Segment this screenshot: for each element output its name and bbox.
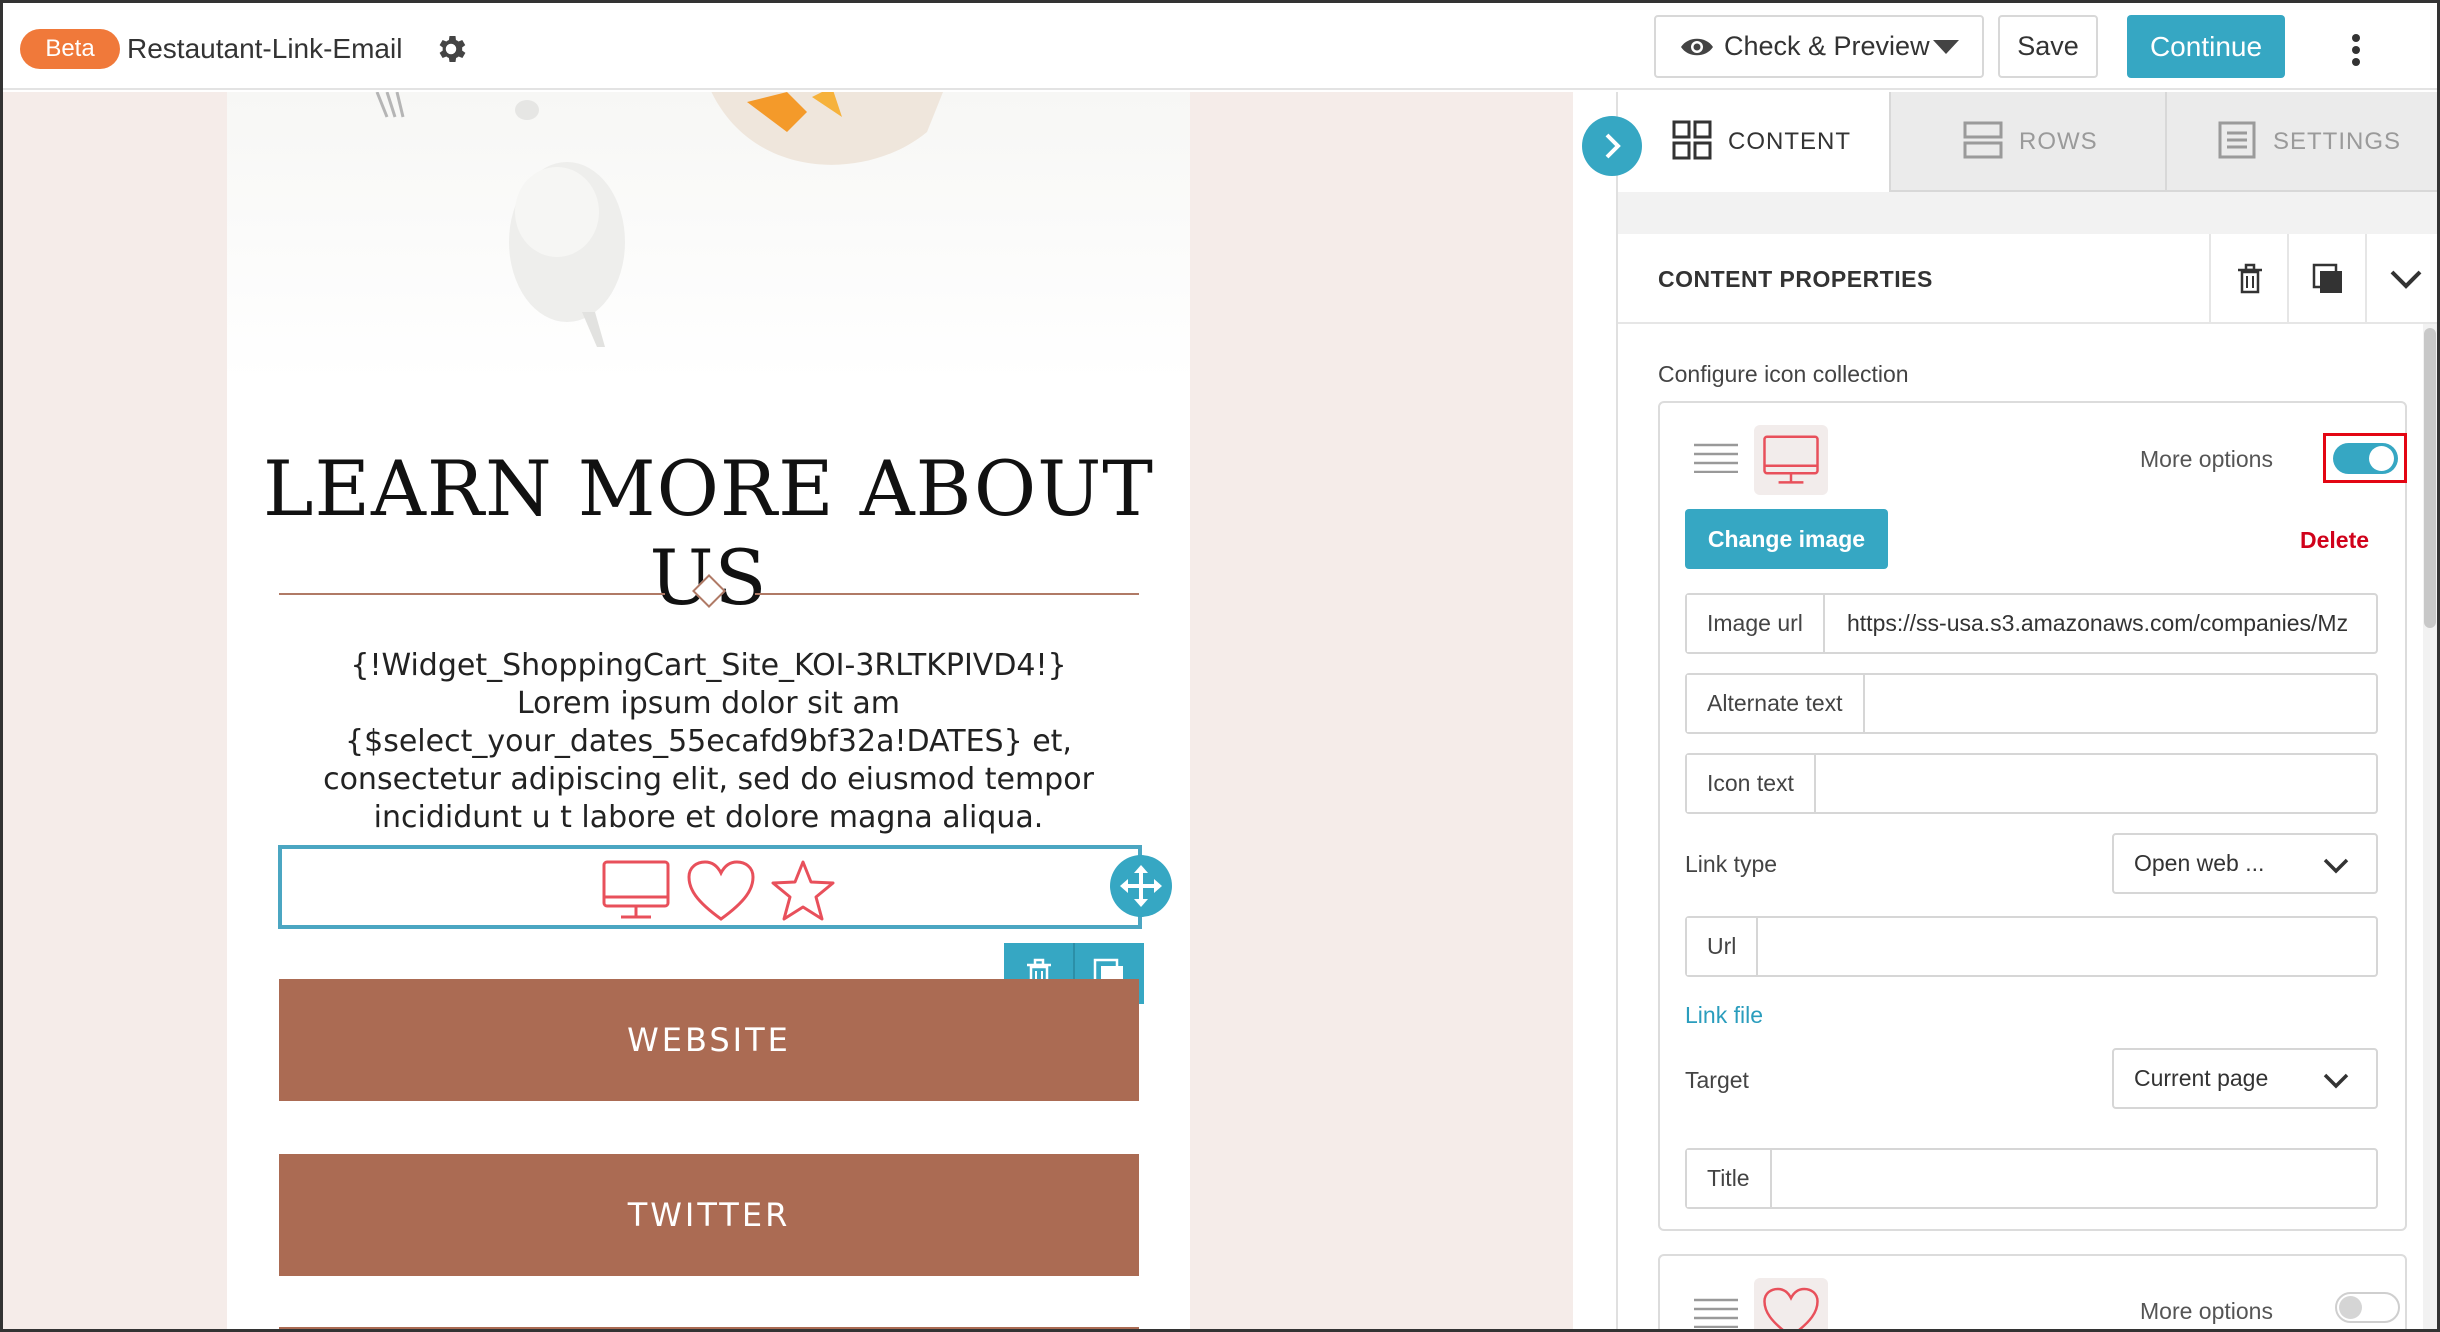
body-line: {!Widget_ShoppingCart_Site_KOI-3RLTKPIVD… — [350, 648, 1067, 683]
top-bar: Beta Restautant-Link-Email Check & Previ… — [3, 3, 2437, 90]
icon-collection-block[interactable] — [278, 845, 1142, 929]
body-line: {$select_your_dates_55ecafd9bf32a!DATES}… — [345, 724, 1072, 759]
duplicate-icon — [2312, 263, 2342, 293]
email-body: LEARN MORE ABOUT US {!Widget_ShoppingCar… — [227, 92, 1190, 1329]
more-options-toggle[interactable] — [2335, 1292, 2400, 1323]
hero-illustration — [375, 92, 943, 347]
icon-thumbnail — [1754, 1278, 1828, 1329]
configure-icon-collection-label: Configure icon collection — [1658, 361, 1909, 387]
url-field[interactable]: Url — [1685, 916, 2378, 977]
url-label: Url — [1687, 918, 1759, 975]
heart-icon — [1763, 1287, 1819, 1329]
body-line: incididunt u t labore et dolore magna al… — [373, 800, 1044, 835]
duplicate-block-button[interactable] — [2287, 234, 2365, 324]
tab-rows[interactable]: ROWS — [1891, 92, 2167, 192]
trash-icon — [2238, 263, 2262, 294]
more-options-toggle[interactable] — [2333, 443, 2398, 474]
url-value[interactable] — [1767, 918, 2372, 975]
divider-line-right — [755, 593, 1139, 595]
body-line: Lorem ipsum dolor sit am — [516, 686, 901, 721]
document-title[interactable]: Restautant-Link-Email — [127, 29, 402, 69]
tab-content-label: CONTENT — [1728, 128, 1851, 155]
next-button-partial[interactable] — [279, 1327, 1139, 1329]
tab-settings[interactable]: SETTINGS — [2167, 92, 2437, 192]
icon-item-card: More options Change image Delete Image u… — [1658, 401, 2407, 1231]
eye-icon — [1681, 38, 1713, 56]
check-preview-button[interactable]: Check & Preview — [1654, 15, 1984, 78]
body-line: consectetur adipiscing elit, sed do eius… — [323, 762, 1094, 797]
grid-icon — [1672, 120, 1712, 160]
body-text-block[interactable]: {!Widget_ShoppingCart_Site_KOI-3RLTKPIVD… — [267, 647, 1150, 837]
link-file-link[interactable]: Link file — [1685, 1002, 1763, 1029]
tab-settings-label: SETTINGS — [2273, 128, 2402, 155]
toggle-knob — [2369, 446, 2394, 471]
panel-scrollbar[interactable] — [2424, 328, 2436, 628]
more-options-highlight — [2323, 433, 2407, 483]
continue-button[interactable]: Continue — [2127, 15, 2285, 78]
save-button[interactable]: Save — [1998, 15, 2098, 78]
delete-block-button[interactable] — [2209, 234, 2287, 324]
title-label: Title — [1687, 1150, 1772, 1207]
icon-text-field[interactable]: Icon text — [1685, 753, 2378, 814]
alternate-text-field[interactable]: Alternate text — [1685, 673, 2378, 734]
chevron-right-icon — [1605, 133, 1621, 159]
alternate-text-value[interactable] — [1887, 675, 2372, 732]
delete-link[interactable]: Delete — [2300, 527, 2369, 554]
title-value[interactable] — [1782, 1150, 2372, 1207]
target-value: Current page — [2134, 1065, 2269, 1091]
content-properties-header: CONTENT PROPERTIES — [1618, 234, 2437, 324]
content-properties-body: Configure icon collection More options C… — [1618, 324, 2423, 1329]
settings-list-icon — [2218, 121, 2256, 159]
icon-text-label: Icon text — [1687, 755, 1816, 812]
alternate-text-label: Alternate text — [1687, 675, 1865, 732]
image-url-value[interactable]: https://ss-usa.s3.amazonaws.com/companie… — [1847, 595, 2372, 652]
website-button[interactable]: WEBSITE — [279, 979, 1139, 1101]
email-canvas: LEARN MORE ABOUT US {!Widget_ShoppingCar… — [3, 92, 1573, 1329]
monitor-icon — [1763, 435, 1819, 484]
drag-handle-icon[interactable] — [1694, 1298, 1738, 1328]
chevron-down-icon — [2323, 858, 2349, 874]
drag-handle-icon[interactable] — [1694, 443, 1738, 473]
more-options-label: More options — [2140, 446, 2273, 472]
more-options-label: More options — [2140, 1298, 2273, 1324]
divider-line-left — [279, 593, 665, 595]
image-url-field[interactable]: Image url https://ss-usa.s3.amazonaws.co… — [1685, 593, 2378, 654]
move-handle-icon[interactable] — [1110, 855, 1172, 917]
monitor-icon[interactable] — [601, 859, 671, 921]
panel-tabs: CONTENT ROWS SETTINGS — [1618, 92, 2437, 192]
check-preview-label: Check & Preview — [1724, 31, 1930, 61]
link-type-select[interactable]: Open web ... — [2112, 833, 2378, 894]
star-icon[interactable] — [770, 859, 836, 923]
properties-panel: CONTENT ROWS SETTINGS CONTENT PROPERTIES… — [1616, 92, 2437, 1329]
link-type-label: Link type — [1685, 851, 1778, 877]
rows-icon — [1963, 121, 2003, 159]
icon-item-card: More options — [1658, 1254, 2407, 1329]
gear-icon[interactable] — [433, 31, 469, 67]
icon-text-value[interactable] — [1837, 755, 2372, 812]
caret-down-icon — [1933, 40, 1959, 54]
collapse-properties-button[interactable] — [2365, 234, 2437, 324]
chevron-down-icon — [2323, 1073, 2349, 1089]
change-image-button[interactable]: Change image — [1685, 509, 1888, 569]
app-window: Beta Restautant-Link-Email Check & Previ… — [0, 0, 2440, 1332]
heart-icon[interactable] — [686, 859, 756, 923]
chevron-down-icon — [2390, 270, 2422, 289]
icon-thumbnail — [1754, 425, 1828, 495]
target-label: Target — [1685, 1067, 1749, 1093]
tab-content[interactable]: CONTENT — [1618, 92, 1891, 192]
target-select[interactable]: Current page — [2112, 1048, 2378, 1109]
more-menu-icon[interactable] — [2341, 33, 2371, 67]
link-type-value: Open web ... — [2134, 850, 2265, 876]
title-field[interactable]: Title — [1685, 1148, 2378, 1209]
collapse-panel-button[interactable] — [1582, 116, 1642, 176]
content-properties-title: CONTENT PROPERTIES — [1658, 266, 1933, 292]
twitter-button[interactable]: TWITTER — [279, 1154, 1139, 1276]
hero-image[interactable] — [227, 92, 1190, 382]
image-url-label: Image url — [1687, 595, 1825, 652]
beta-badge: Beta — [20, 29, 120, 69]
tab-rows-label: ROWS — [2019, 128, 2098, 155]
toggle-knob — [2339, 1296, 2362, 1319]
